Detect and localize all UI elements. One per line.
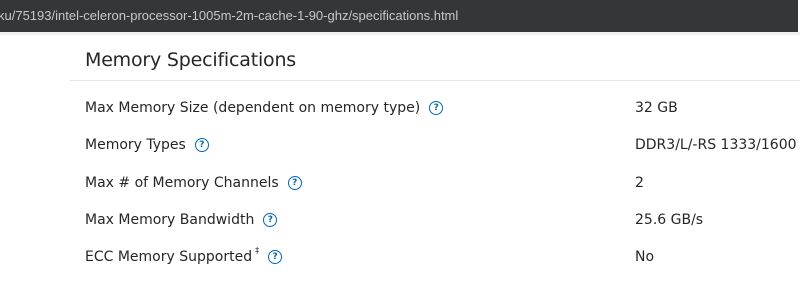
spec-value: 2 [635, 175, 644, 191]
address-bar[interactable]: ku/75193/intel-celeron-processor-1005m-2… [0, 0, 798, 32]
spec-row-max-memory-size: Max Memory Size (dependent on memory typ… [0, 98, 800, 128]
spec-row-memory-channels: Max # of Memory Channels ? 2 [0, 173, 800, 203]
help-icon[interactable]: ? [429, 101, 444, 115]
spec-value: No [635, 249, 655, 265]
spec-row-memory-bandwidth: Max Memory Bandwidth ? 25.6 GB/s [0, 210, 800, 240]
spec-value: DDR3/L/-RS 1333/1600 [635, 137, 797, 153]
spec-value: 32 GB [635, 100, 678, 116]
spec-label: Memory Types [85, 137, 186, 153]
spec-label-container: Memory Types ? [85, 135, 209, 155]
help-icon[interactable]: ? [194, 138, 209, 152]
spec-label: ECC Memory Supported [85, 249, 253, 265]
spec-label: Max # of Memory Channels [85, 175, 279, 191]
spec-label: Max Memory Size (dependent on memory typ… [85, 100, 421, 116]
specifications-panel: Memory Specifications Max Memory Size (d… [0, 32, 800, 286]
spec-label-container: Max Memory Bandwidth ? [85, 210, 278, 230]
spec-label-container: Max Memory Size (dependent on memory typ… [85, 98, 444, 118]
spec-row-memory-types: Memory Types ? DDR3/L/-RS 1333/1600 [0, 135, 800, 165]
spec-label-container: Max # of Memory Channels ? [85, 173, 302, 193]
section-title: Memory Specifications [85, 49, 296, 71]
url-text[interactable]: ku/75193/intel-celeron-processor-1005m-2… [0, 0, 458, 32]
footnote-marker: ‡ [255, 246, 260, 255]
help-icon[interactable]: ? [268, 250, 283, 264]
section-divider [70, 80, 800, 81]
help-icon[interactable]: ? [287, 176, 302, 190]
spec-value: 25.6 GB/s [635, 212, 704, 228]
spec-label-container: ECC Memory Supported ‡ ? [85, 246, 283, 267]
help-icon[interactable]: ? [263, 213, 278, 227]
spec-row-ecc-memory: ECC Memory Supported ‡ ? No [0, 246, 800, 277]
spec-label: Max Memory Bandwidth [85, 212, 255, 228]
